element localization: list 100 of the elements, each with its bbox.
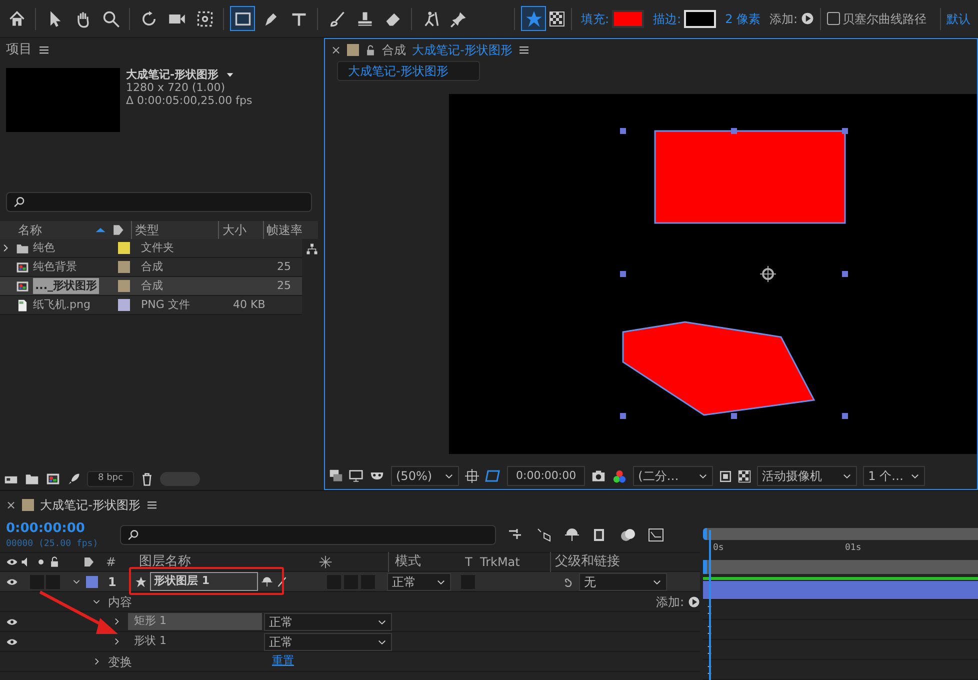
document-icon[interactable] (16, 298, 29, 312)
rectangle-tool-button[interactable] (230, 6, 255, 31)
stroke-width-value[interactable]: 2 像素 (725, 10, 761, 28)
column-header[interactable]: 名称 (0, 221, 96, 239)
lock-icon[interactable] (365, 44, 376, 56)
rectangle-icon (234, 10, 252, 28)
panel-title: 项目 (6, 41, 32, 60)
fill-label: 填充: (581, 10, 610, 28)
anchor-point-icon[interactable] (760, 266, 776, 282)
safe-area-icon[interactable] (719, 470, 732, 482)
project-item[interactable]: 纯色 文件夹 (0, 239, 302, 258)
timecode-field[interactable]: 0:00:00:00 (507, 466, 586, 486)
bit-depth-button[interactable]: 8 bpc (87, 471, 134, 487)
property-group[interactable]: 内容 (108, 592, 132, 610)
view-layout-dropdown[interactable]: 1 个… (863, 466, 926, 486)
brush-icon (328, 10, 346, 28)
bezier-checkbox[interactable] (826, 12, 840, 25)
play-circle-icon[interactable] (688, 596, 700, 608)
parent-dropdown[interactable]: 无 (579, 572, 667, 590)
current-time[interactable]: 0:00:00:00 (6, 518, 120, 538)
reset-link[interactable]: 重置 (272, 653, 294, 670)
property-name[interactable]: 形状 1 (128, 633, 262, 650)
breadcrumb-comp[interactable]: 大成笔记-形状图形 (337, 61, 480, 81)
shy-layers-icon[interactable] (564, 527, 580, 543)
monitor-icon[interactable] (349, 469, 363, 483)
eye-icon[interactable] (6, 556, 18, 568)
blend-mode-dropdown[interactable]: 正常 (264, 632, 392, 650)
star-icon[interactable] (135, 576, 147, 588)
resolution-dropdown[interactable]: (二分… (633, 466, 714, 486)
column-header[interactable]: TrkMat (480, 553, 550, 571)
shy-switch-icon[interactable] (261, 576, 273, 588)
ruler-label: 01s (845, 542, 862, 555)
workspace-tab[interactable]: 默认 (946, 10, 971, 28)
comp-label-swatch (347, 44, 360, 56)
blend-mode-dropdown[interactable]: 正常 (264, 612, 392, 630)
stamp-icon (356, 10, 374, 28)
panel-title-prefix: 合成 (382, 42, 406, 59)
comp-name: 大成笔记-形状图形 (126, 68, 219, 81)
menu-icon[interactable] (518, 44, 530, 56)
layer-number: 1 (107, 574, 118, 590)
thumbnail-size-slider[interactable] (160, 472, 200, 486)
camera-dropdown[interactable]: 活动摄像机 (757, 466, 858, 486)
color-circles-icon[interactable] (612, 468, 628, 484)
stroke-color-swatch[interactable] (684, 10, 716, 28)
film-frame-icon[interactable] (45, 472, 61, 486)
fill-color-swatch[interactable] (612, 10, 644, 28)
label-tag-icon[interactable] (112, 223, 125, 237)
trash-icon[interactable] (140, 472, 154, 486)
folder-icon[interactable] (16, 242, 29, 254)
project-item[interactable]: 纯色背景 合成 25 (0, 258, 302, 277)
region-icon[interactable] (465, 469, 479, 483)
layer-name-field[interactable]: 形状图层 1 (150, 572, 258, 591)
checker-icon[interactable] (738, 470, 752, 482)
layer-label-swatch (86, 576, 98, 588)
transparency-grid-icon[interactable] (485, 468, 501, 484)
comp-duration: Δ 0:00:05:00,25.00 fps (126, 94, 252, 107)
search-icon[interactable] (127, 528, 140, 542)
checker-icon[interactable] (549, 10, 565, 26)
quality-slash-icon[interactable] (276, 576, 288, 588)
label-tag-icon[interactable] (83, 556, 95, 568)
motion-blur-icon[interactable] (620, 527, 636, 543)
ruler-label: 0s (713, 542, 724, 555)
project-item[interactable]: ..._形状图形 合成 25 (0, 277, 302, 296)
property-group[interactable]: 变换 (108, 652, 132, 670)
column-header[interactable]: 图层名称 (135, 552, 263, 572)
frame-count: 00000 (25.00 fps) (6, 538, 100, 551)
graph-editor-icon[interactable] (648, 527, 664, 543)
search-icon[interactable] (13, 196, 26, 208)
play-circle-icon[interactable] (800, 12, 814, 25)
column-header[interactable]: # (100, 553, 135, 571)
lock-icon[interactable] (49, 556, 60, 568)
layer-duration-bar[interactable] (703, 580, 978, 598)
layers-icon[interactable] (329, 469, 343, 483)
bounding-box-handles[interactable] (620, 128, 848, 419)
panel-tab[interactable]: 大成笔记-形状图形 (40, 496, 140, 514)
bezier-label: 贝塞尔曲线路径 (842, 10, 927, 28)
property-name[interactable]: 矩形 1 (128, 613, 262, 630)
column-header[interactable]: T (460, 553, 480, 571)
close-button[interactable]: × (331, 41, 342, 59)
panel-tab[interactable]: 大成笔记-形状图形 (412, 41, 512, 59)
menu-icon[interactable] (146, 498, 158, 510)
comp-label-swatch (22, 498, 34, 510)
menu-icon[interactable] (38, 44, 50, 56)
layer-search-field[interactable] (120, 525, 496, 545)
add-label: 添加: (770, 10, 798, 28)
pin-icon (450, 10, 468, 28)
search-field[interactable] (6, 192, 312, 212)
star-shape-button[interactable] (521, 6, 546, 31)
flowchart-icon[interactable] (306, 243, 318, 255)
film-frame-icon[interactable] (16, 260, 29, 274)
camera-icon[interactable] (591, 469, 606, 483)
stroke-label: 描边: (653, 10, 682, 28)
project-item[interactable]: 纸飞机.png PNG 文件 40 KB (0, 296, 302, 315)
add-label: 添加: (656, 594, 684, 610)
zoom-dropdown[interactable]: (50%) (391, 466, 459, 486)
film-frame-icon[interactable] (16, 280, 29, 292)
close-button[interactable]: × (6, 496, 16, 514)
blend-mode-dropdown[interactable]: 正常 (387, 572, 451, 590)
puppet-icon (422, 10, 440, 28)
folder-icon[interactable] (25, 472, 39, 486)
